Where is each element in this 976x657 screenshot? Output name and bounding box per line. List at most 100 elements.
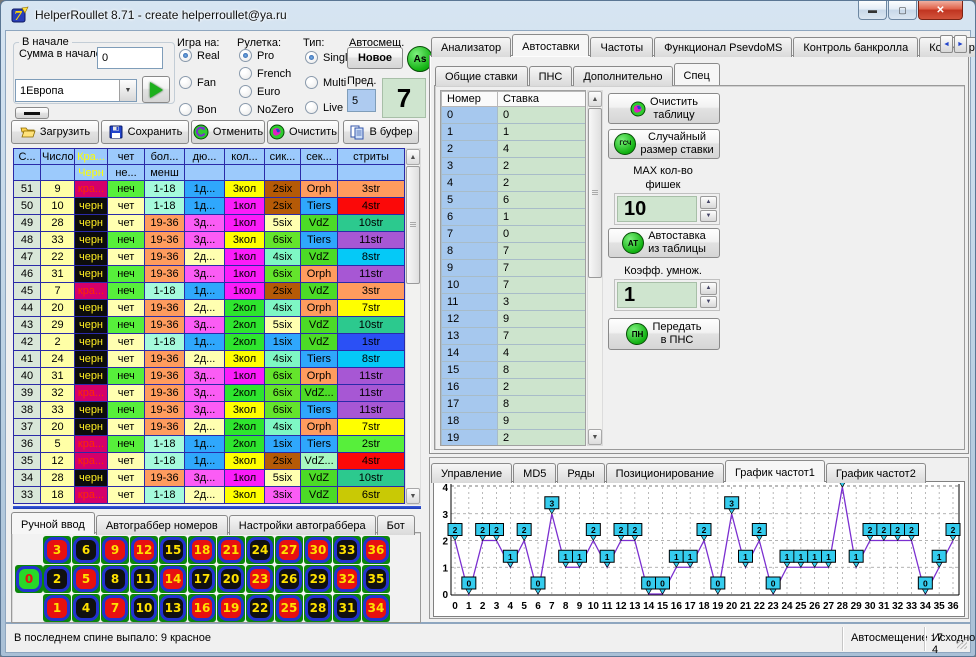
bets-row[interactable]: 144 — [442, 345, 586, 362]
autobets-tab-3[interactable]: Дополнительно — [573, 66, 672, 86]
number-button-34[interactable]: 34 — [362, 594, 390, 622]
chart-tab-1[interactable]: Управление — [431, 463, 512, 483]
stepper-down-icon[interactable]: ▼ — [700, 296, 717, 309]
start-sum-input[interactable] — [97, 47, 163, 69]
radio-singl[interactable]: Singl — [305, 51, 347, 64]
number-button-25[interactable]: 25 — [275, 594, 303, 622]
number-button-21[interactable]: 21 — [217, 536, 245, 564]
number-button-31[interactable]: 31 — [333, 594, 361, 622]
number-button-4[interactable]: 4 — [72, 594, 100, 622]
bet-stake-cell[interactable]: 9 — [498, 311, 586, 328]
bets-row[interactable]: 189 — [442, 413, 586, 430]
bet-stake-cell[interactable]: 0 — [498, 226, 586, 243]
bet-stake-cell[interactable]: 0 — [498, 107, 586, 124]
bet-stake-cell[interactable]: 3 — [498, 294, 586, 311]
number-button-15[interactable]: 15 — [159, 536, 187, 564]
number-button-16[interactable]: 16 — [188, 594, 216, 622]
number-button-22[interactable]: 22 — [246, 594, 274, 622]
bets-row[interactable]: 113 — [442, 294, 586, 311]
max-chips-stepper[interactable]: 10 ▲▼ — [614, 193, 720, 225]
autobets-tab-2[interactable]: ПНС — [529, 66, 573, 86]
bets-row[interactable]: 192 — [442, 430, 586, 447]
minimize-button[interactable]: ▬ — [858, 1, 887, 20]
stepper-down-icon[interactable]: ▼ — [700, 210, 717, 223]
spins-table-scrollbar[interactable]: ▲ ▼ — [405, 148, 421, 505]
autobets-tab-1[interactable]: Общие ставки — [435, 66, 528, 86]
number-button-8[interactable]: 8 — [101, 565, 129, 593]
main-tab-3[interactable]: Частоты — [590, 37, 653, 57]
bet-stake-cell[interactable]: 6 — [498, 192, 586, 209]
chart-tab-2[interactable]: MD5 — [513, 463, 556, 483]
bets-row[interactable]: 162 — [442, 379, 586, 396]
new-autoshift-button[interactable]: Новое — [347, 47, 403, 69]
bet-stake-cell[interactable]: 1 — [498, 124, 586, 141]
bets-row[interactable]: 11 — [442, 124, 586, 141]
bet-stake-cell[interactable]: 7 — [498, 328, 586, 345]
bet-stake-cell[interactable]: 9 — [498, 413, 586, 430]
bets-row[interactable]: 107 — [442, 277, 586, 294]
send-to-pns-button[interactable]: ПН Передать в ПНС — [608, 318, 720, 350]
number-button-12[interactable]: 12 — [130, 536, 158, 564]
random-bet-size-button[interactable]: ГСЧ Случайный размер ставки — [608, 129, 720, 159]
bet-stake-cell[interactable]: 1 — [498, 209, 586, 226]
close-button[interactable]: ✕ — [918, 1, 963, 20]
scroll-up-icon[interactable]: ▲ — [406, 149, 420, 165]
number-button-2[interactable]: 2 — [43, 565, 71, 593]
number-button-6[interactable]: 6 — [72, 536, 100, 564]
bets-row[interactable]: 129 — [442, 311, 586, 328]
number-button-26[interactable]: 26 — [275, 565, 303, 593]
input-tab-2[interactable]: Автограббер номеров — [96, 515, 228, 535]
autobets-tab-4[interactable]: Спец — [674, 63, 720, 85]
radio-nozero[interactable]: NoZero — [239, 103, 294, 116]
number-button-23[interactable]: 23 — [246, 565, 274, 593]
save-button[interactable]: Сохранить — [101, 120, 189, 144]
scroll-down-icon[interactable]: ▼ — [406, 488, 420, 504]
bet-stake-cell[interactable]: 2 — [498, 430, 586, 447]
combobox-dropdown-icon[interactable]: ▼ — [119, 80, 136, 101]
bets-row[interactable]: 32 — [442, 158, 586, 175]
number-button-1[interactable]: 1 — [43, 594, 71, 622]
bet-stake-cell[interactable]: 8 — [498, 362, 586, 379]
bets-row[interactable]: 00 — [442, 107, 586, 124]
number-button-36[interactable]: 36 — [362, 536, 390, 564]
bet-stake-cell[interactable]: 4 — [498, 345, 586, 362]
bets-row[interactable]: 178 — [442, 396, 586, 413]
bets-row[interactable]: 137 — [442, 328, 586, 345]
bet-stake-cell[interactable]: 2 — [498, 379, 586, 396]
number-button-5[interactable]: 5 — [72, 565, 100, 593]
tabs-scroll-left-icon[interactable]: ◄ — [940, 35, 953, 53]
maximize-button[interactable]: ▢ — [888, 1, 917, 20]
number-button-11[interactable]: 11 — [130, 565, 158, 593]
multiplier-stepper[interactable]: 1 ▲▼ — [614, 279, 720, 311]
number-button-17[interactable]: 17 — [188, 565, 216, 593]
load-button[interactable]: Загрузить — [11, 120, 99, 144]
clear-bets-table-button[interactable]: Очистить таблицу — [608, 93, 720, 124]
input-tab-4[interactable]: Бот — [377, 515, 415, 535]
preset-combobox[interactable]: 1Европа ▼ — [15, 79, 137, 102]
clear-button[interactable]: Очистить — [267, 120, 339, 144]
number-button-24[interactable]: 24 — [246, 536, 274, 564]
bets-table-scrollbar[interactable]: ▲ ▼ — [587, 90, 603, 446]
autobet-from-table-button[interactable]: АТ Автоставка из таблицы — [608, 228, 720, 258]
number-button-19[interactable]: 19 — [217, 594, 245, 622]
number-button-29[interactable]: 29 — [304, 565, 332, 593]
radio-fan[interactable]: Fan — [179, 76, 220, 89]
number-button-35[interactable]: 35 — [362, 565, 390, 593]
bet-stake-cell[interactable]: 2 — [498, 158, 586, 175]
tabs-scroll-right-icon[interactable]: ► — [954, 35, 967, 53]
number-button-14[interactable]: 14 — [159, 565, 187, 593]
radio-french[interactable]: French — [239, 67, 294, 80]
chart-tab-3[interactable]: Ряды — [557, 463, 604, 483]
resize-grip[interactable] — [957, 639, 967, 649]
bet-stake-cell[interactable]: 8 — [498, 396, 586, 413]
radio-euro[interactable]: Euro — [239, 85, 294, 98]
input-tab-3[interactable]: Настройки автограббера — [229, 515, 376, 535]
bets-row[interactable]: 158 — [442, 362, 586, 379]
number-button-7[interactable]: 7 — [101, 594, 129, 622]
number-button-9[interactable]: 9 — [101, 536, 129, 564]
bet-stake-cell[interactable]: 7 — [498, 260, 586, 277]
bets-row[interactable]: 70 — [442, 226, 586, 243]
chart-tab-6[interactable]: График частот2 — [826, 463, 926, 483]
number-button-33[interactable]: 33 — [333, 536, 361, 564]
radio-pro[interactable]: Pro — [239, 49, 294, 62]
